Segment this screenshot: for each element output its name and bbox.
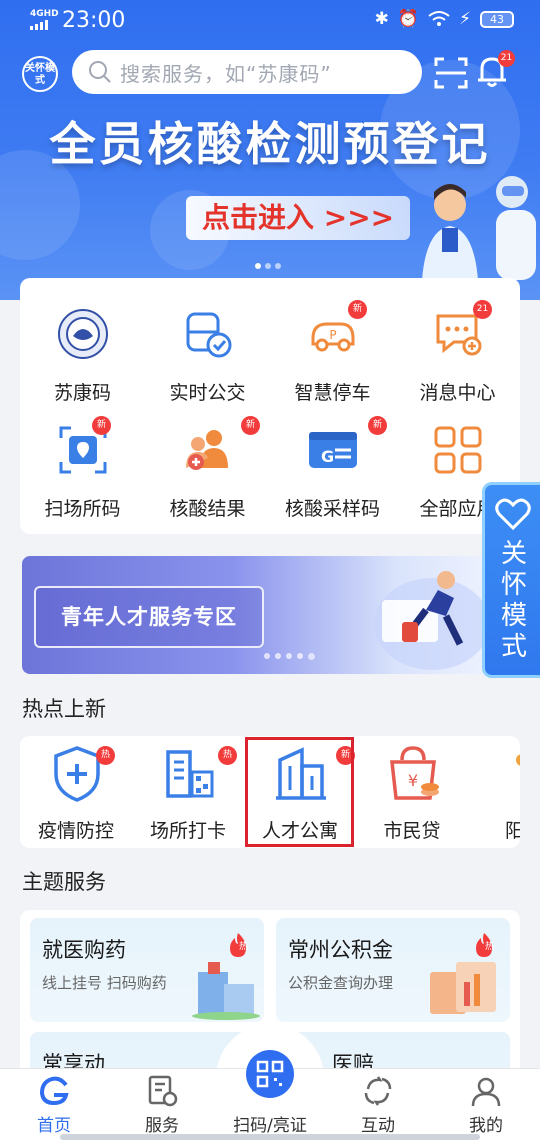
charging-icon: ⚡ [459,9,471,29]
interact-icon [364,1076,392,1106]
hot-section-title: 热点上新 [22,697,106,721]
grid-item-nucleic-result[interactable]: 新 核酸结果 [145,402,270,520]
hot-item-label: 疫情防控 [37,820,114,842]
nav-label: 首页 [37,1116,71,1136]
selected-item-highlight [245,737,354,847]
home-icon [39,1076,69,1106]
banner-title[interactable]: 全员核酸检测预登记 [0,108,540,174]
network-indicator: 4GHD [30,9,59,19]
svg-text:G: G [321,447,334,466]
new-badge: 新 [348,300,367,319]
hot-item-label: 阳光 [504,820,520,842]
alarm-icon: ⏰ [397,9,420,29]
nav-interact[interactable]: 互动 [324,1069,432,1140]
tile-medical[interactable]: 就医购药 线上挂号 扫码购药 热 [30,918,264,1022]
sukang-seal-icon [58,309,108,359]
nav-profile[interactable]: 我的 [432,1069,540,1140]
signal-icon [30,20,48,30]
bus-icon [186,312,232,358]
nav-home[interactable]: 首页 [0,1069,108,1140]
talent-service-banner[interactable]: 青年人才服务专区 [22,556,490,674]
hot-item-citizen-loan[interactable]: ¥ 市民贷 [356,736,468,848]
grid-label: 核酸采样码 [284,498,380,520]
search-placeholder: 搜索服务，如“苏康码” [120,61,332,86]
tile-title: 就医购药 [42,938,126,962]
heart-icon [494,498,531,531]
grid-item-sample-code[interactable]: G 新 核酸采样码 [270,402,395,520]
grid-apps-icon [434,426,482,474]
grid-item-bus[interactable]: 实时公交 [145,286,270,404]
hot-item-checkin[interactable]: 热 场所打卡 [132,736,244,848]
home-indicator [60,1134,480,1140]
hot-item-epidemic[interactable]: 热 疫情防控 [20,736,132,848]
grid-label: 消息中心 [419,382,496,404]
search-icon [89,61,111,83]
runner-illustration [374,571,490,670]
clock: 23:00 [62,8,126,33]
grid-label: 苏康码 [53,382,111,404]
care-mode-float[interactable]: 关怀模式 [482,482,540,678]
hot-badge: 热 [238,942,248,952]
grid-label: 扫场所码 [44,498,121,520]
nav-label: 我的 [469,1116,503,1136]
svg-text:P: P [329,328,336,342]
hot-badge: 热 [96,746,115,765]
hot-item-sunshine[interactable]: 阳光 [468,736,520,848]
top-banner-area: 4GHD 23:00 ✱ ⏰ ⚡ 43 关怀模式 搜索服务，如“苏康码” 21 … [0,0,540,300]
care-mode-label: 关怀模式 [500,539,527,662]
nav-label: 互动 [361,1116,395,1136]
grid-item-message[interactable]: 21 消息中心 [395,286,520,404]
doctor-illustration [422,176,536,280]
nav-label: 扫码/亮证 [233,1116,307,1136]
new-badge: 新 [92,416,111,435]
hot-item-label: 场所打卡 [149,820,226,842]
search-bar[interactable]: 搜索服务，如“苏康码” [72,50,422,94]
qr-scan-icon [256,1060,284,1088]
hot-badge: 热 [218,746,237,765]
hospital-illustration [192,962,260,1020]
people-result-icon [186,430,228,470]
grid-item-parking[interactable]: P 新 智慧停车 [270,286,395,404]
grid-label: 智慧停车 [294,382,371,404]
tile-housing-fund[interactable]: 常州公积金 公积金查询办理 热 [276,918,510,1022]
notification-badge: 21 [498,50,515,67]
tile-subtitle: 线上挂号 扫码购药 [42,974,167,992]
tile-subtitle: 公积金查询办理 [288,974,394,992]
new-badge: 新 [368,416,387,435]
battery-indicator: 43 [480,10,514,28]
care-mode-button[interactable]: 关怀模式 [22,56,58,92]
bluetooth-icon: ✱ [374,9,389,29]
grid-label: 核酸结果 [169,498,246,520]
talent-banner-title: 青年人才服务专区 [34,586,264,648]
message-count-badge: 21 [473,300,492,319]
profile-icon [471,1077,501,1107]
service-icon [148,1075,178,1107]
sun-icon [516,754,520,766]
new-badge: 新 [241,416,260,435]
grid-label: 实时公交 [169,382,246,404]
scan-icon[interactable] [434,56,468,90]
banner-pagination [255,263,281,269]
grid-item-scan-place[interactable]: 新 扫场所码 [20,402,145,520]
nav-label: 服务 [145,1116,179,1136]
building-qr-icon [166,750,214,798]
wifi-icon [428,11,450,26]
hot-item-label: 市民贷 [383,820,441,842]
hot-badge: 热 [484,942,494,952]
tile-title: 常州公积金 [288,938,393,962]
nav-service[interactable]: 服务 [108,1069,216,1140]
qr-scan-button[interactable] [246,1050,294,1098]
status-bar: 4GHD 23:00 ✱ ⏰ ⚡ 43 [0,0,540,44]
sample-card-icon: G [309,432,357,468]
svg-text:¥: ¥ [408,771,418,790]
theme-section-title: 主题服务 [22,870,106,894]
quick-services-grid: 苏康码 实时公交 P 新 智慧停车 21 消息中心 新 扫场所码 新 核酸结果 … [20,278,520,534]
finance-illustration [430,962,496,1014]
talent-banner-pagination [264,653,315,660]
money-bag-icon: ¥ [390,746,439,800]
grid-item-sukangma[interactable]: 苏康码 [20,286,145,404]
banner-enter-button[interactable]: 点击进入 >>> [186,196,411,240]
